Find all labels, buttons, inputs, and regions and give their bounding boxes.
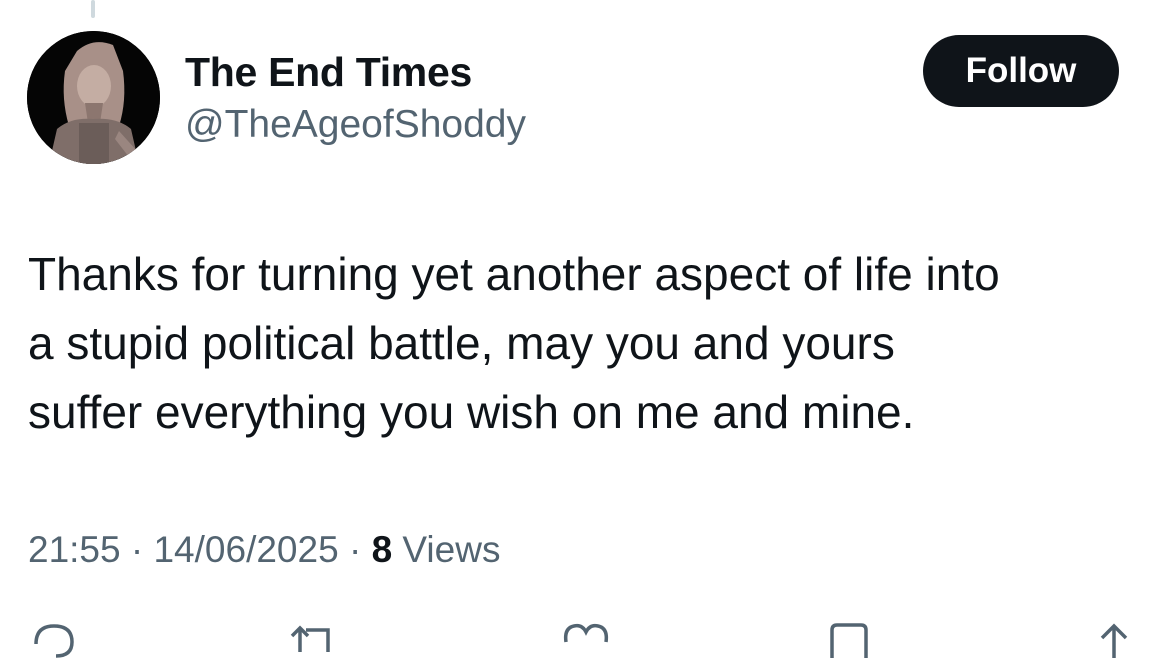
tweet-date[interactable]: 14/06/2025 xyxy=(153,529,338,570)
thread-connector-line xyxy=(91,0,95,18)
tweet-text-line: Thanks for turning yet another aspect of… xyxy=(28,248,1000,300)
share-icon xyxy=(1100,623,1128,658)
retweet-button[interactable] xyxy=(288,618,336,658)
bookmark-button[interactable] xyxy=(826,618,874,658)
share-button[interactable] xyxy=(1092,618,1140,658)
retweet-icon xyxy=(290,625,330,652)
avatar-image xyxy=(27,31,160,164)
like-button[interactable] xyxy=(562,618,610,658)
author-display-name[interactable]: The End Times xyxy=(185,48,472,96)
views-count[interactable]: 8 xyxy=(372,529,393,570)
meta-separator: · xyxy=(348,529,362,570)
author-handle[interactable]: @TheAgeofShoddy xyxy=(185,102,526,148)
tweet-text-line: suffer everything you wish on me and min… xyxy=(28,386,915,438)
like-icon xyxy=(563,623,609,643)
tweet-text-line: a stupid political battle, may you and y… xyxy=(28,317,895,369)
meta-separator: · xyxy=(130,529,144,570)
bookmark-icon xyxy=(830,623,868,658)
avatar[interactable] xyxy=(27,31,160,164)
follow-button[interactable]: Follow xyxy=(923,35,1119,107)
tweet-action-bar xyxy=(0,618,1170,658)
tweet-meta: 21:55 · 14/06/2025 · 8 Views xyxy=(28,525,500,575)
reply-button[interactable] xyxy=(30,618,78,658)
tweet-text: Thanks for turning yet another aspect of… xyxy=(28,240,1148,447)
reply-icon xyxy=(34,624,74,658)
views-label[interactable]: Views xyxy=(402,529,500,570)
tweet-time[interactable]: 21:55 xyxy=(28,529,121,570)
